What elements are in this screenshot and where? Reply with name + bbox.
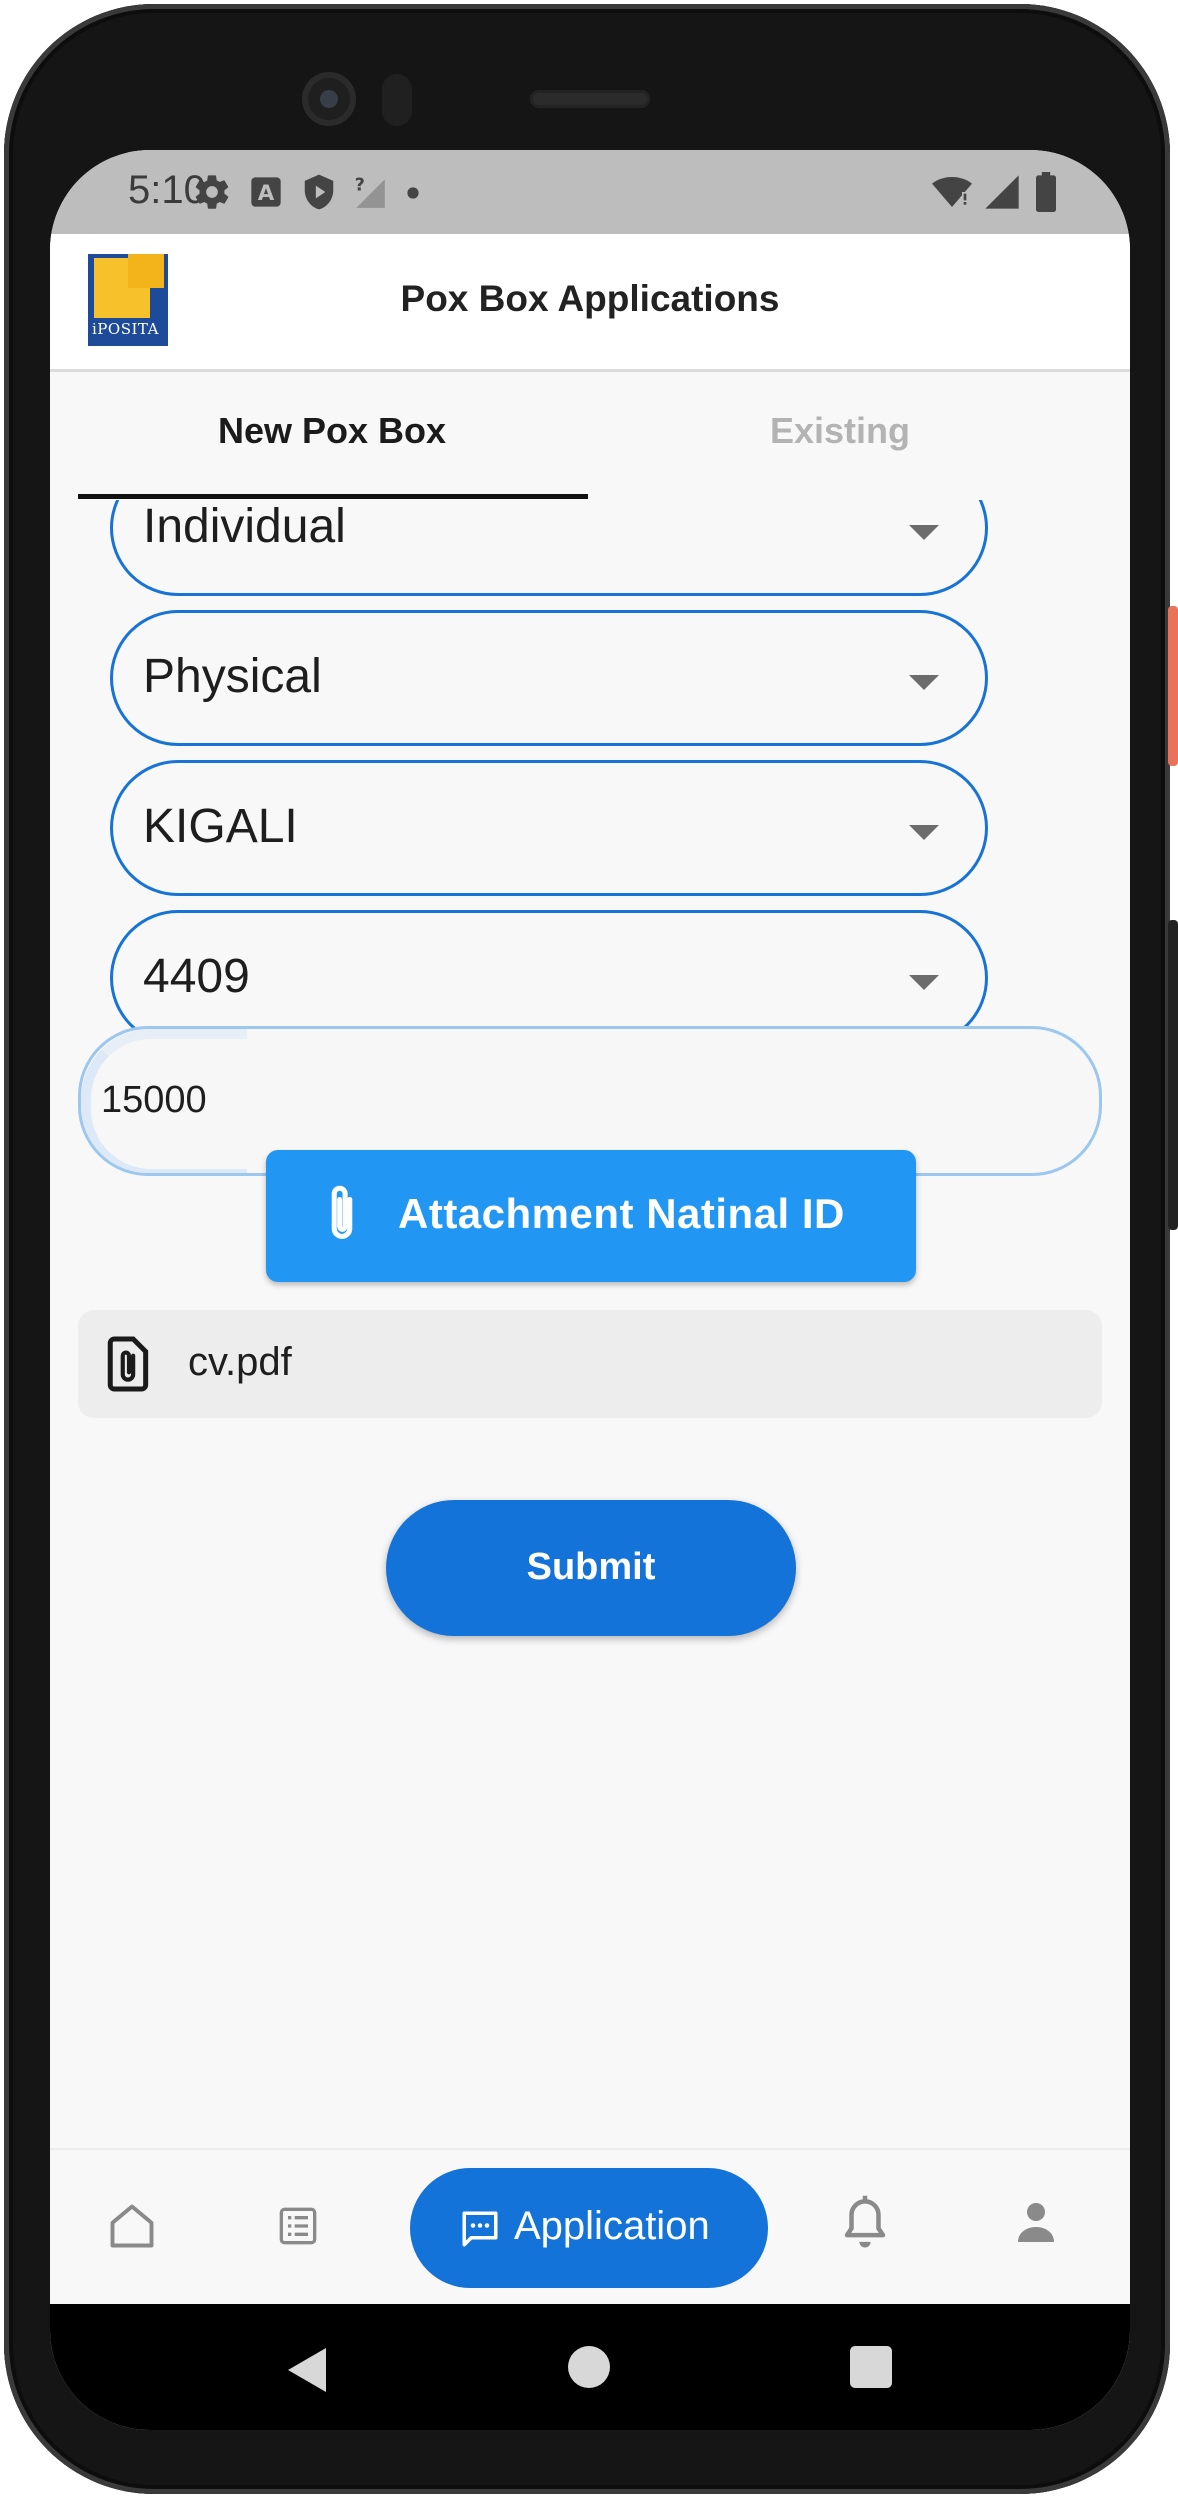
tab-existing[interactable]: Existing bbox=[770, 410, 910, 452]
chevron-down-icon bbox=[909, 975, 939, 990]
status-bar: 5:10 A ? bbox=[50, 150, 1130, 234]
app-bar: iPOSITA Pox Box Applications bbox=[50, 234, 1130, 372]
location-value: KIGALI bbox=[143, 800, 298, 853]
front-camera bbox=[302, 72, 356, 126]
file-attachment-icon bbox=[104, 1334, 154, 1399]
battery-icon bbox=[1034, 172, 1058, 212]
submit-button[interactable]: Submit bbox=[386, 1500, 796, 1636]
box-number-value: 4409 bbox=[143, 950, 250, 1003]
location-dropdown[interactable]: KIGALI bbox=[110, 760, 988, 896]
nav-profile[interactable] bbox=[1012, 2198, 1060, 2251]
shield-icon bbox=[300, 172, 338, 212]
tab-bar: New Pox Box Existing bbox=[50, 372, 1130, 500]
chat-icon bbox=[458, 2208, 502, 2255]
cell-signal-icon bbox=[982, 172, 1022, 212]
bottom-navigation: Application bbox=[50, 2148, 1130, 2304]
bell-icon bbox=[838, 2195, 892, 2260]
phone-frame: 5:10 A ? iPOSITA Pox Box Applications Ne… bbox=[4, 4, 1170, 2494]
nav-application-label: Application bbox=[514, 2204, 710, 2248]
system-navigation-bar bbox=[50, 2304, 1130, 2430]
nav-list[interactable] bbox=[278, 2206, 318, 2251]
svg-text:A: A bbox=[258, 181, 275, 206]
proximity-sensor bbox=[382, 74, 412, 126]
nav-application[interactable]: Application bbox=[410, 2168, 768, 2288]
back-icon[interactable] bbox=[288, 2348, 326, 2392]
page-title: Pox Box Applications bbox=[400, 278, 780, 319]
chevron-down-icon bbox=[909, 525, 939, 540]
amount-value: 15000 bbox=[101, 1079, 207, 1121]
settings-icon bbox=[192, 172, 232, 212]
person-icon bbox=[1012, 2203, 1060, 2250]
box-type-value: Physical bbox=[143, 650, 322, 703]
dot-icon bbox=[406, 186, 420, 200]
list-icon bbox=[278, 2207, 318, 2250]
paperclip-icon bbox=[322, 1182, 362, 1253]
earpiece-speaker bbox=[530, 90, 650, 108]
nav-notifications[interactable] bbox=[838, 2194, 892, 2261]
attached-file-name: cv.pdf bbox=[188, 1340, 292, 1384]
no-signal-icon: ? bbox=[350, 172, 388, 212]
applicant-type-value: Individual bbox=[143, 500, 346, 553]
tab-new-pox-box[interactable]: New Pox Box bbox=[218, 410, 446, 452]
wifi-icon bbox=[930, 172, 974, 212]
svg-text:?: ? bbox=[355, 175, 365, 195]
attached-file[interactable]: cv.pdf bbox=[78, 1310, 1102, 1418]
recent-apps-icon[interactable] bbox=[850, 2346, 892, 2388]
chevron-down-icon bbox=[909, 825, 939, 840]
application-form: Individual Physical KIGALI 4409 15000 At… bbox=[50, 500, 1130, 2140]
home-button-icon[interactable] bbox=[568, 2346, 610, 2388]
volume-button bbox=[1168, 920, 1178, 1230]
home-icon bbox=[106, 2204, 158, 2256]
a-notification-icon: A bbox=[250, 176, 282, 208]
screen: 5:10 A ? iPOSITA Pox Box Applications Ne… bbox=[50, 150, 1130, 2430]
active-tab-indicator bbox=[78, 494, 588, 499]
attach-national-id-button[interactable]: Attachment Natinal ID bbox=[266, 1150, 916, 1282]
chevron-down-icon bbox=[909, 675, 939, 690]
nav-home[interactable] bbox=[106, 2200, 158, 2257]
applicant-type-dropdown[interactable]: Individual bbox=[110, 500, 988, 596]
box-type-dropdown[interactable]: Physical bbox=[110, 610, 988, 746]
power-button bbox=[1168, 606, 1178, 766]
